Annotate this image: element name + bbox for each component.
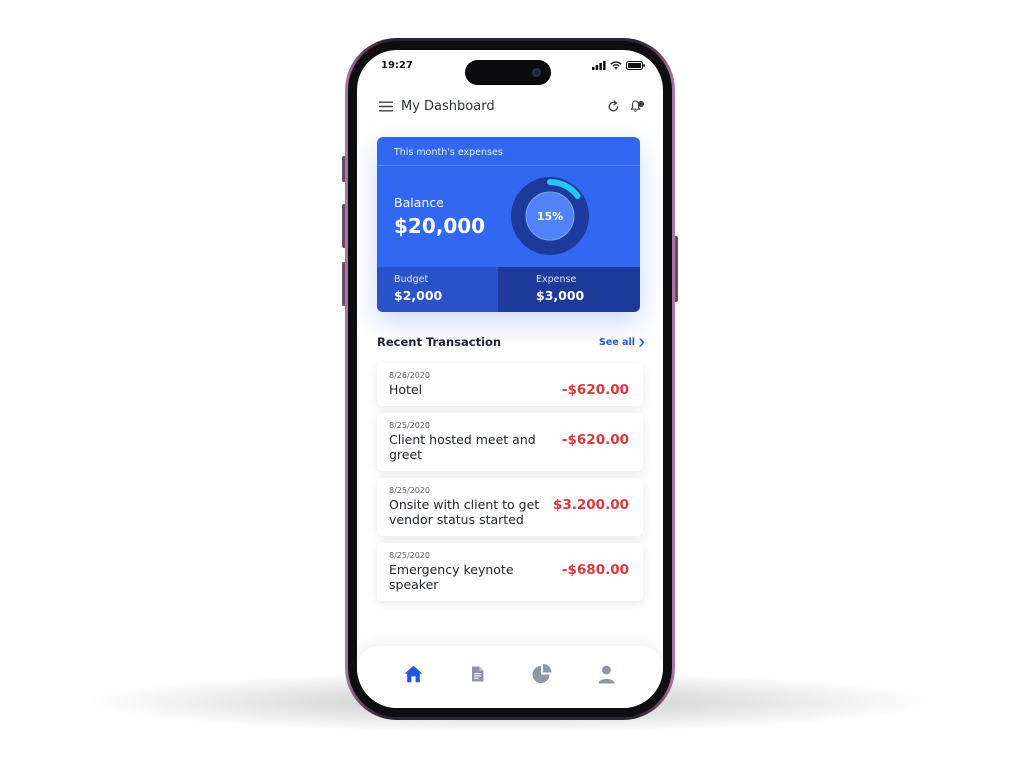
nav-documents[interactable]	[458, 654, 498, 694]
expenses-card-caption: This month's expenses	[377, 137, 640, 166]
user-icon	[598, 665, 615, 683]
phone-bezel: 19:27 My Dashboard This month's expenses…	[348, 41, 672, 717]
budget-value: $2,000	[394, 288, 443, 303]
balance-value: $20,000	[394, 214, 486, 238]
status-icons	[592, 60, 645, 70]
expenses-card: This month's expenses Balance $20,000 15…	[377, 137, 640, 312]
nav-profile[interactable]	[587, 654, 627, 694]
recent-transaction-header: Recent Transaction See all	[377, 333, 645, 351]
status-time: 19:27	[381, 59, 413, 71]
expense-progress-ring: 15%	[511, 177, 589, 255]
see-all-label: See all	[599, 336, 635, 348]
transaction-name: Emergency keynote speaker	[389, 561, 514, 593]
nav-reports[interactable]	[522, 654, 562, 694]
dynamic-island	[465, 60, 551, 85]
budget-panel: Budget $2,000	[377, 267, 498, 312]
transaction-date: 8/25/2020	[389, 550, 431, 560]
transaction-date: 8/25/2020	[389, 420, 431, 430]
nav-home[interactable]	[393, 654, 433, 694]
budget-expense-row: Budget $2,000 Expense $3,000	[377, 267, 640, 312]
transaction-date: 8/26/2020	[389, 371, 431, 380]
expense-panel: Expense $3,000	[498, 267, 640, 312]
header-actions	[607, 99, 645, 113]
page-title: My Dashboard	[401, 98, 495, 114]
see-all-link[interactable]: See all	[599, 337, 645, 348]
transaction-name: Onsite with client to get vendor status …	[389, 496, 540, 528]
transaction-amount: -$620.00	[561, 382, 629, 398]
transaction-amount: -$620.00	[561, 431, 629, 448]
transaction-list: 8/26/2020 Hotel -$620.00 8/25/2020 Clien…	[377, 363, 643, 608]
notification-bell-icon[interactable]	[630, 99, 645, 113]
balance-section: Balance $20,000 15%	[377, 166, 640, 267]
phone-frame: 19:27 My Dashboard This month's expenses…	[345, 38, 675, 720]
transaction-item[interactable]: 8/25/2020 Client hosted meet and greet -…	[377, 412, 643, 471]
app-header: My Dashboard	[379, 94, 645, 118]
refresh-icon[interactable]	[607, 100, 620, 113]
expense-value: $3,000	[536, 288, 585, 303]
battery-icon	[626, 60, 645, 70]
wifi-icon	[610, 60, 622, 70]
balance-label: Balance	[394, 195, 444, 210]
bottom-navigation	[357, 646, 663, 708]
ring-percent-label: 15%	[537, 210, 563, 223]
chevron-right-icon	[639, 337, 645, 347]
signal-icon	[592, 60, 606, 70]
menu-icon[interactable]	[379, 101, 393, 112]
transaction-date: 8/25/2020	[389, 485, 431, 495]
transaction-name: Client hosted meet and greet	[389, 431, 536, 463]
front-camera	[532, 68, 541, 77]
transaction-item[interactable]: 8/25/2020 Onsite with client to get vend…	[377, 477, 643, 536]
budget-label: Budget	[394, 274, 429, 285]
home-icon	[404, 665, 423, 683]
transaction-name: Hotel	[389, 382, 423, 397]
transaction-item[interactable]: 8/25/2020 Emergency keynote speaker -$68…	[377, 542, 643, 601]
pie-chart-icon	[532, 664, 552, 683]
transaction-amount: -$680.00	[561, 561, 629, 578]
expense-label: Expense	[536, 274, 577, 285]
recent-transaction-title: Recent Transaction	[377, 335, 502, 349]
transaction-amount: $3.200.00	[552, 496, 629, 513]
stage: 19:27 My Dashboard This month's expenses…	[0, 0, 1024, 780]
document-icon	[472, 666, 484, 682]
phone-screen: 19:27 My Dashboard This month's expenses…	[357, 50, 663, 708]
transaction-item[interactable]: 8/26/2020 Hotel -$620.00	[377, 363, 643, 406]
